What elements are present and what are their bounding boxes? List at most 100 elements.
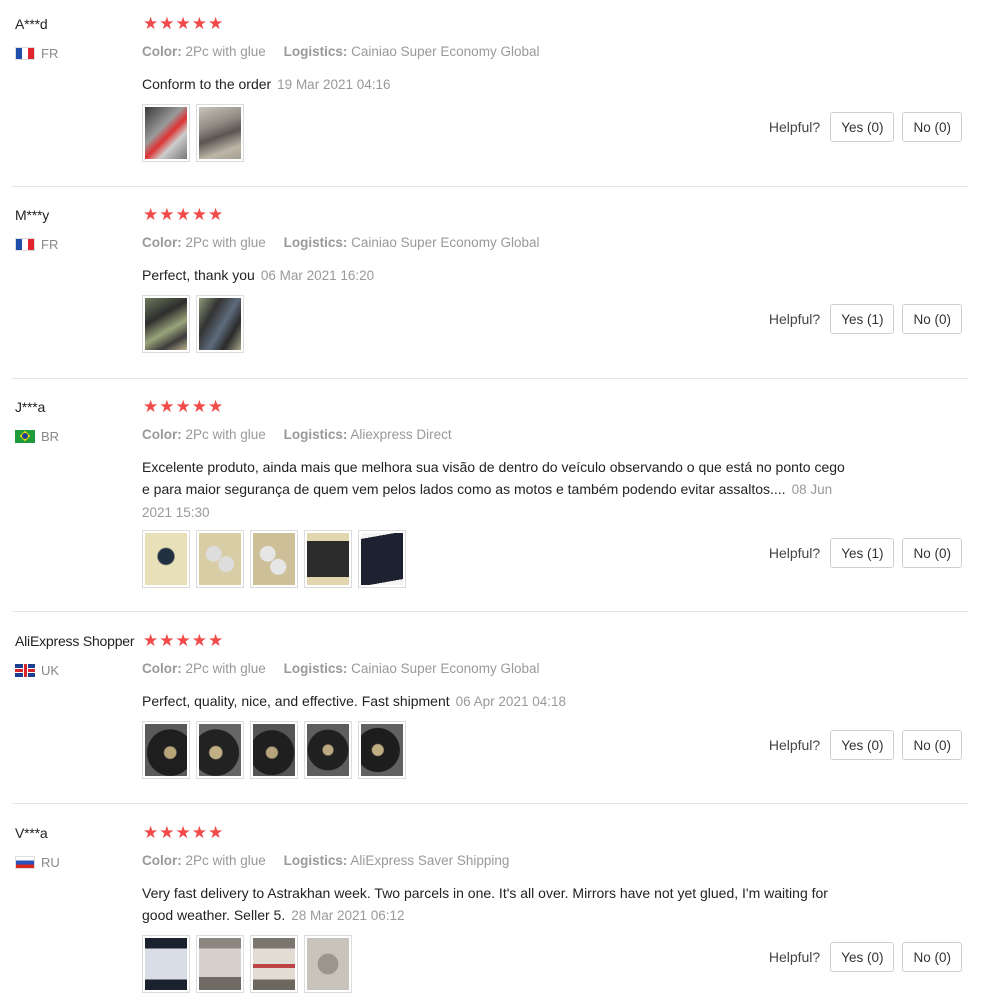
color-label: Color: [142, 853, 182, 868]
review-photo-thumbnail[interactable] [250, 935, 298, 993]
logistics-value: Cainiao Super Economy Global [351, 44, 540, 59]
helpful-vote: Helpful? Yes (1) No (0) [769, 538, 962, 568]
helpful-label: Helpful? [768, 311, 821, 327]
color-value: 2Pc with glue [185, 853, 266, 868]
review-body: Perfect, quality, nice, and effective. F… [142, 693, 450, 709]
review-photo-thumbnail[interactable] [196, 295, 244, 353]
review-body: Conform to the order [142, 76, 272, 92]
review-date: 28 Mar 2021 06:12 [291, 908, 405, 923]
helpful-vote: Helpful? Yes (0) No (0) [769, 112, 962, 142]
helpful-label: Helpful? [768, 119, 821, 135]
color-value: 2Pc with glue [185, 427, 266, 442]
star-rating: ★★★★★ [143, 14, 225, 33]
vote-no-button[interactable]: No (0) [902, 538, 962, 568]
review-photo-thumbnail[interactable] [196, 935, 244, 993]
review-date: 19 Mar 2021 04:16 [277, 77, 391, 92]
reviewer-name: AliExpress Shopper [15, 633, 135, 649]
star-rating: ★★★★★ [143, 205, 225, 224]
divider [12, 611, 968, 612]
review-photo-thumbnail[interactable] [304, 721, 352, 779]
review-photo-thumbnail[interactable] [358, 530, 406, 588]
country-code: UK [41, 663, 60, 678]
review-photo-thumbnail[interactable] [142, 104, 190, 162]
color-label: Color: [142, 427, 182, 442]
review-photos [142, 530, 406, 588]
review-body: Very fast delivery to Astrakhan week. Tw… [142, 885, 828, 923]
helpful-vote: Helpful? Yes (1) No (0) [769, 304, 962, 334]
logistics-value: AliExpress Saver Shipping [350, 853, 510, 868]
vote-yes-button[interactable]: Yes (0) [830, 942, 895, 972]
review-photo-thumbnail[interactable] [304, 935, 352, 993]
vote-no-button[interactable]: No (0) [902, 942, 962, 972]
vote-yes-button[interactable]: Yes (0) [830, 112, 895, 142]
vote-yes-button[interactable]: Yes (1) [830, 538, 895, 568]
russia-flag-icon [15, 856, 35, 869]
review-text: Perfect, quality, nice, and effective. F… [142, 690, 862, 713]
color-value: 2Pc with glue [185, 661, 266, 676]
review-photo-thumbnail[interactable] [250, 530, 298, 588]
vote-no-button[interactable]: No (0) [902, 112, 962, 142]
review-photo-thumbnail[interactable] [196, 104, 244, 162]
review-text: Conform to the order 19 Mar 2021 04:16 [142, 73, 862, 96]
review-photo-thumbnail[interactable] [142, 295, 190, 353]
review-photo-thumbnail[interactable] [304, 530, 352, 588]
divider [12, 803, 968, 804]
review-photo-thumbnail[interactable] [142, 721, 190, 779]
review-item: M***y FR ★★★★★ Color: 2Pc with glue Logi… [0, 205, 1000, 377]
review-meta: Color: 2Pc with glue Logistics: Cainiao … [142, 235, 539, 250]
logistics-label: Logistics: [283, 427, 348, 442]
france-flag-icon [15, 238, 35, 251]
vote-yes-button[interactable]: Yes (0) [830, 730, 895, 760]
logistics-label: Logistics: [283, 44, 348, 59]
country-code: BR [41, 429, 60, 444]
vote-yes-button[interactable]: Yes (1) [830, 304, 895, 334]
helpful-label: Helpful? [768, 737, 821, 753]
review-item: AliExpress Shopper UK ★★★★★ Color: 2Pc w… [0, 631, 1000, 803]
reviewer-country: BR [15, 429, 59, 444]
country-code: FR [41, 237, 59, 252]
helpful-vote: Helpful? Yes (0) No (0) [769, 942, 962, 972]
star-rating: ★★★★★ [143, 397, 225, 416]
review-photo-thumbnail[interactable] [142, 530, 190, 588]
review-text: Perfect, thank you 06 Mar 2021 16:20 [142, 264, 862, 287]
reviewer-country: FR [15, 237, 58, 252]
review-photo-thumbnail[interactable] [142, 935, 190, 993]
color-value: 2Pc with glue [185, 44, 266, 59]
review-photo-thumbnail[interactable] [358, 721, 406, 779]
review-photos [142, 721, 406, 779]
reviewer-country: FR [15, 46, 58, 61]
brazil-flag-icon [15, 430, 35, 443]
review-photo-thumbnail[interactable] [196, 530, 244, 588]
review-item: V***a RU ★★★★★ Color: 2Pc with glue Logi… [0, 823, 1000, 1000]
logistics-label: Logistics: [283, 235, 348, 250]
review-item: A***d FR ★★★★★ Color: 2Pc with glue Logi… [0, 14, 1000, 186]
review-text: Very fast delivery to Astrakhan week. Tw… [142, 882, 857, 927]
review-photo-thumbnail[interactable] [250, 721, 298, 779]
logistics-value: Cainiao Super Economy Global [351, 661, 540, 676]
helpful-label: Helpful? [768, 949, 821, 965]
review-photos [142, 104, 244, 162]
reviewer-name: V***a [15, 825, 48, 841]
helpful-vote: Helpful? Yes (0) No (0) [769, 730, 962, 760]
vote-no-button[interactable]: No (0) [902, 730, 962, 760]
star-rating: ★★★★★ [143, 631, 225, 650]
france-flag-icon [15, 47, 35, 60]
reviewer-name: J***a [15, 399, 46, 415]
color-label: Color: [142, 44, 182, 59]
color-label: Color: [142, 235, 182, 250]
divider [12, 186, 968, 187]
divider [12, 378, 968, 379]
review-date: 06 Apr 2021 04:18 [455, 694, 566, 709]
review-photos [142, 935, 352, 993]
review-photo-thumbnail[interactable] [196, 721, 244, 779]
review-meta: Color: 2Pc with glue Logistics: Cainiao … [142, 44, 539, 59]
review-meta: Color: 2Pc with glue Logistics: AliExpre… [142, 853, 509, 868]
logistics-value: Cainiao Super Economy Global [351, 235, 540, 250]
review-body: Excelente produto, ainda mais que melhor… [142, 459, 845, 497]
review-photos [142, 295, 244, 353]
reviewer-name: M***y [15, 207, 50, 223]
vote-no-button[interactable]: No (0) [902, 304, 962, 334]
review-date: 06 Mar 2021 16:20 [260, 268, 375, 283]
review-body: Perfect, thank you [142, 267, 255, 283]
color-label: Color: [142, 661, 182, 676]
